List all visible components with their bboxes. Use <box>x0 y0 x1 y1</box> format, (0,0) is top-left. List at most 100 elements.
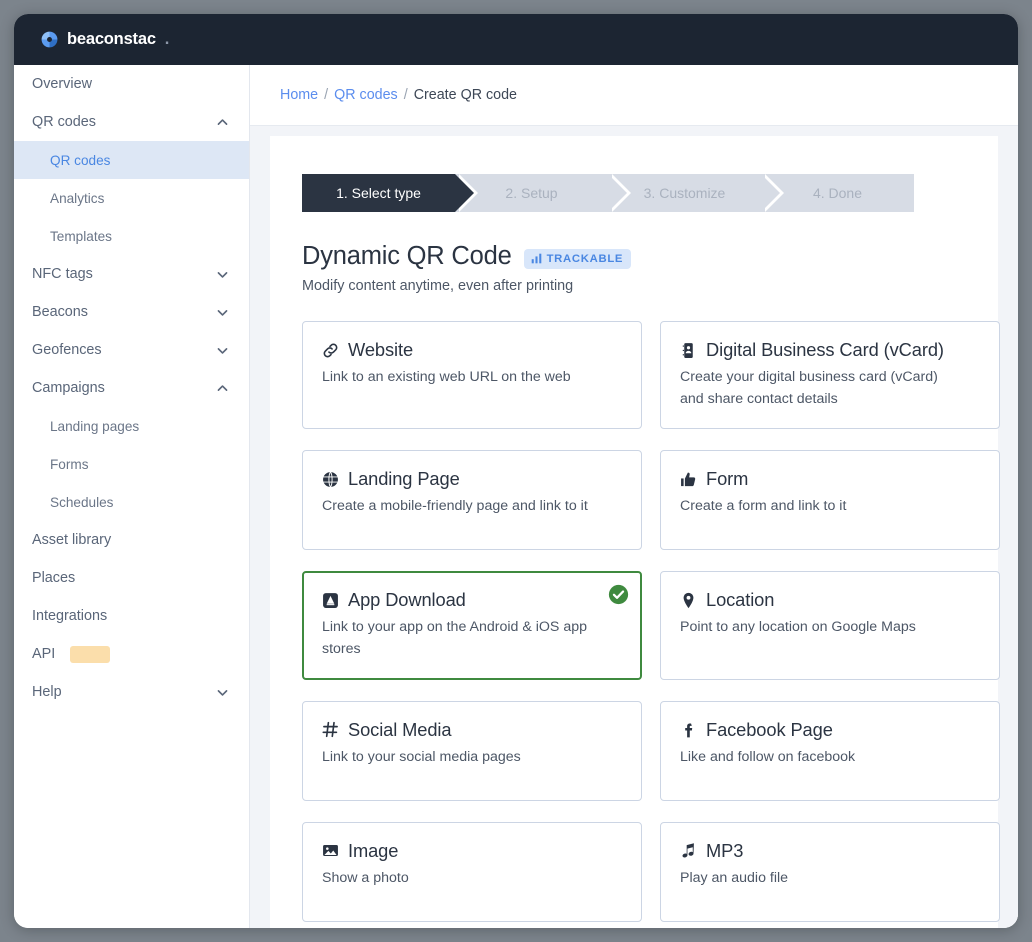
qr-type-card-image[interactable]: Image Show a photo <box>302 821 642 922</box>
globe-icon <box>323 471 338 488</box>
qr-type-card-description: Link to your social media pages <box>322 748 521 765</box>
content-area: Home / QR codes / Create QR code 1. Sele… <box>250 65 1018 928</box>
sidebar-item-geofences[interactable]: Geofences <box>14 331 249 369</box>
qr-type-card-description: Create your digital business card (vCard… <box>680 369 938 408</box>
qr-type-card-title: Facebook Page <box>706 718 833 740</box>
chevron-down-icon <box>217 347 228 354</box>
breadcrumb-home[interactable]: Home <box>280 87 318 103</box>
map-pin-icon <box>683 592 694 608</box>
stepper-step-label: 4. Done <box>812 185 863 201</box>
app-window: beaconstac . Overview QR codes QR codes Ana… <box>14 14 1018 928</box>
chevron-down-icon[interactable] <box>216 686 229 699</box>
top-bar: beaconstac . <box>14 14 1018 65</box>
qr-type-card-title: App Download <box>348 589 466 611</box>
qr-type-card-title-row: Landing Page <box>322 468 622 490</box>
qr-type-card-landing-page[interactable]: Landing Page Create a mobile-friendly pag… <box>302 450 642 551</box>
sidebar-item-label: Campaigns <box>32 380 105 396</box>
brand-name: beaconstac <box>67 30 156 48</box>
qr-type-card-app-download[interactable]: App Download Link to your app on the Andr… <box>302 571 642 680</box>
trackable-badge-label: TRACKABLE <box>546 252 624 265</box>
qr-type-card-title-row: Digital Business Card (vCard) <box>680 339 980 361</box>
sidebar-item-label: Landing pages <box>50 418 140 434</box>
stepper-step-label: 3. Customize <box>643 185 726 201</box>
brand-suffix: . <box>164 30 170 48</box>
chevron-down-icon[interactable] <box>216 306 229 319</box>
sidebar-item-label: Asset library <box>32 532 112 548</box>
sidebar-item-label: Beacons <box>32 304 89 320</box>
selected-check-icon <box>608 584 629 605</box>
chevron-up-icon <box>217 118 228 125</box>
sidebar-item-beacons[interactable]: Beacons <box>14 293 249 331</box>
sidebar-item-landing-pages[interactable]: Landing pages <box>14 407 249 445</box>
qr-type-card-description: Play an audio file <box>680 869 789 886</box>
qr-type-card-website[interactable]: Website Link to an existing web URL on th… <box>302 321 642 430</box>
brand-logo[interactable]: beaconstac . <box>40 30 169 49</box>
sidebar-item-help[interactable]: Help <box>14 673 249 711</box>
page-title: Dynamic QR Code <box>302 242 512 270</box>
sidebar-item-analytics[interactable]: Analytics <box>14 179 249 217</box>
qr-type-card-title: Image <box>348 839 399 861</box>
qr-type-card-description: Point to any location on Google Maps <box>680 619 916 636</box>
stepper-step-1[interactable]: 1. Select type <box>302 174 478 212</box>
qr-type-card-form[interactable]: Form Create a form and link to it <box>660 450 1000 551</box>
main-panel: 1. Select type 2. Setup 3. Customize 4. Don… <box>270 136 1000 928</box>
sidebar-item-label: API <box>32 646 56 662</box>
qr-type-card-title: Website <box>348 339 414 360</box>
stepper-step-label: 1. Select type <box>336 185 421 201</box>
qr-type-card-description: Link to an existing web URL on the web <box>322 369 571 385</box>
sidebar: Overview QR codes QR codes Analytics Templat… <box>14 65 250 928</box>
qr-type-card-description: Like and follow on facebook <box>680 748 856 765</box>
chevron-down-icon <box>217 271 228 278</box>
qr-type-card-facebook-page[interactable]: Facebook Page Like and follow on facebook <box>660 700 1000 801</box>
breadcrumb-qr-codes[interactable]: QR codes <box>334 87 398 103</box>
qr-type-card-title: Social Media <box>348 718 452 740</box>
sidebar-item-label: QR codes <box>50 152 111 168</box>
qr-type-card-title: Digital Business Card (vCard) <box>706 339 944 360</box>
image-icon <box>323 845 338 857</box>
chevron-down-icon[interactable] <box>216 344 229 357</box>
chevron-down-icon[interactable] <box>216 268 229 281</box>
sidebar-item-label: Places <box>32 570 76 586</box>
qr-type-card-digital-business-card-vcard[interactable]: Digital Business Card (vCard) Create your… <box>660 321 1000 430</box>
sidebar-item-overview[interactable]: Overview <box>14 65 249 103</box>
qr-type-card-title: Location <box>706 589 775 611</box>
hash-icon <box>322 722 338 738</box>
sidebar-item-api[interactable]: API <box>14 635 249 673</box>
thumbs-up-icon <box>681 472 696 486</box>
sidebar-item-qr-codes[interactable]: QR codes <box>14 141 249 179</box>
sidebar-item-label: Schedules <box>50 494 114 510</box>
app-store-icon <box>323 592 338 608</box>
chevron-down-icon <box>217 689 228 696</box>
qr-type-card-title-row: Image <box>322 840 622 862</box>
breadcrumb-separator: / <box>403 87 408 103</box>
qr-type-card-title-row: Social Media <box>322 719 622 741</box>
qr-type-card-location[interactable]: Location Point to any location on Google … <box>660 571 1000 680</box>
trackable-badge: TRACKABLE <box>523 248 632 269</box>
chevron-down-icon <box>217 309 228 316</box>
sidebar-item-templates[interactable]: Templates <box>14 217 249 255</box>
chevron-up-icon <box>217 384 228 391</box>
music-note-icon <box>682 843 694 858</box>
qr-type-card-description: Create a mobile-friendly page and link t… <box>322 498 588 515</box>
sidebar-item-qr-codes[interactable]: QR codes <box>14 103 249 141</box>
bar-chart-icon <box>531 253 541 264</box>
chevron-up-icon[interactable] <box>216 382 229 395</box>
sidebar-item-asset-library[interactable]: Asset library <box>14 521 249 559</box>
chevron-up-icon[interactable] <box>216 116 229 129</box>
qr-type-card-title: Landing Page <box>348 468 460 490</box>
qr-type-card-title-row: Facebook Page <box>680 719 980 741</box>
qr-type-card-social-media[interactable]: Social Media Link to your social media pa… <box>302 700 642 801</box>
sidebar-item-label: Forms <box>50 456 89 472</box>
beaconstac-logo-icon <box>41 31 58 48</box>
qr-type-card-description: Show a photo <box>322 869 409 886</box>
sidebar-item-places[interactable]: Places <box>14 559 249 597</box>
sidebar-item-nfc-tags[interactable]: NFC tags <box>14 255 249 293</box>
qr-type-card-title: MP3 <box>706 839 744 861</box>
breadcrumb-current: Create QR code <box>413 87 517 103</box>
scroll-area[interactable]: 1. Select type 2. Setup 3. Customize 4. Don… <box>250 126 1018 928</box>
sidebar-item-campaigns[interactable]: Campaigns <box>14 369 249 407</box>
qr-type-card-mp3[interactable]: MP3 Play an audio file <box>660 821 1000 922</box>
sidebar-item-schedules[interactable]: Schedules <box>14 483 249 521</box>
sidebar-item-forms[interactable]: Forms <box>14 445 249 483</box>
sidebar-item-integrations[interactable]: Integrations <box>14 597 249 635</box>
